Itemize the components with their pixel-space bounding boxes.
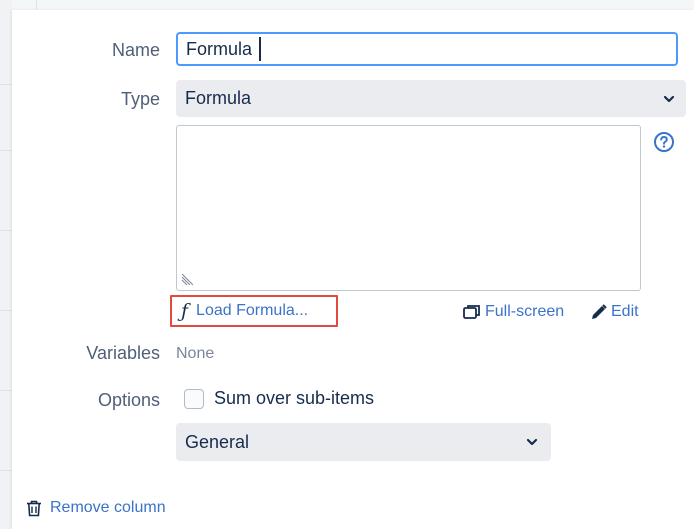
window-restore-icon xyxy=(463,305,480,319)
text-caret xyxy=(259,37,261,61)
question-circle-icon[interactable] xyxy=(653,131,675,153)
remove-column-label: Remove column xyxy=(50,499,166,516)
background-divider xyxy=(36,0,37,10)
resize-grip-icon[interactable] xyxy=(180,269,196,285)
chevron-down-icon xyxy=(663,95,675,103)
load-formula-button[interactable]: ƒ Load Formula... xyxy=(170,295,338,327)
variables-label: Variables xyxy=(86,343,160,363)
background-table-edge xyxy=(0,0,12,529)
load-formula-label: Load Formula... xyxy=(196,302,309,319)
format-select-value: General xyxy=(185,431,250,452)
pencil-icon xyxy=(592,303,607,319)
type-select-value: Formula xyxy=(185,88,252,108)
edit-button[interactable]: Edit xyxy=(590,303,639,321)
sum-over-subitems-checkbox[interactable] xyxy=(184,389,204,409)
type-select[interactable]: Formula xyxy=(176,80,686,117)
remove-column-button[interactable]: Remove column xyxy=(26,499,166,517)
fullscreen-label: Full-screen xyxy=(485,303,565,320)
function-f-icon: ƒ xyxy=(181,300,189,322)
fullscreen-button[interactable]: Full-screen xyxy=(463,303,564,321)
format-select[interactable]: General xyxy=(176,423,551,461)
options-label: Options xyxy=(97,390,160,410)
variables-value: None xyxy=(176,345,215,362)
type-label: Type xyxy=(120,89,160,109)
name-label: Name xyxy=(111,40,160,60)
name-input[interactable] xyxy=(176,32,678,66)
trash-icon xyxy=(27,500,41,516)
sum-over-subitems-label[interactable]: Sum over sub-items xyxy=(214,388,374,409)
chevron-down-icon xyxy=(526,438,538,446)
edit-label: Edit xyxy=(611,303,639,320)
formula-textarea[interactable] xyxy=(176,125,641,291)
